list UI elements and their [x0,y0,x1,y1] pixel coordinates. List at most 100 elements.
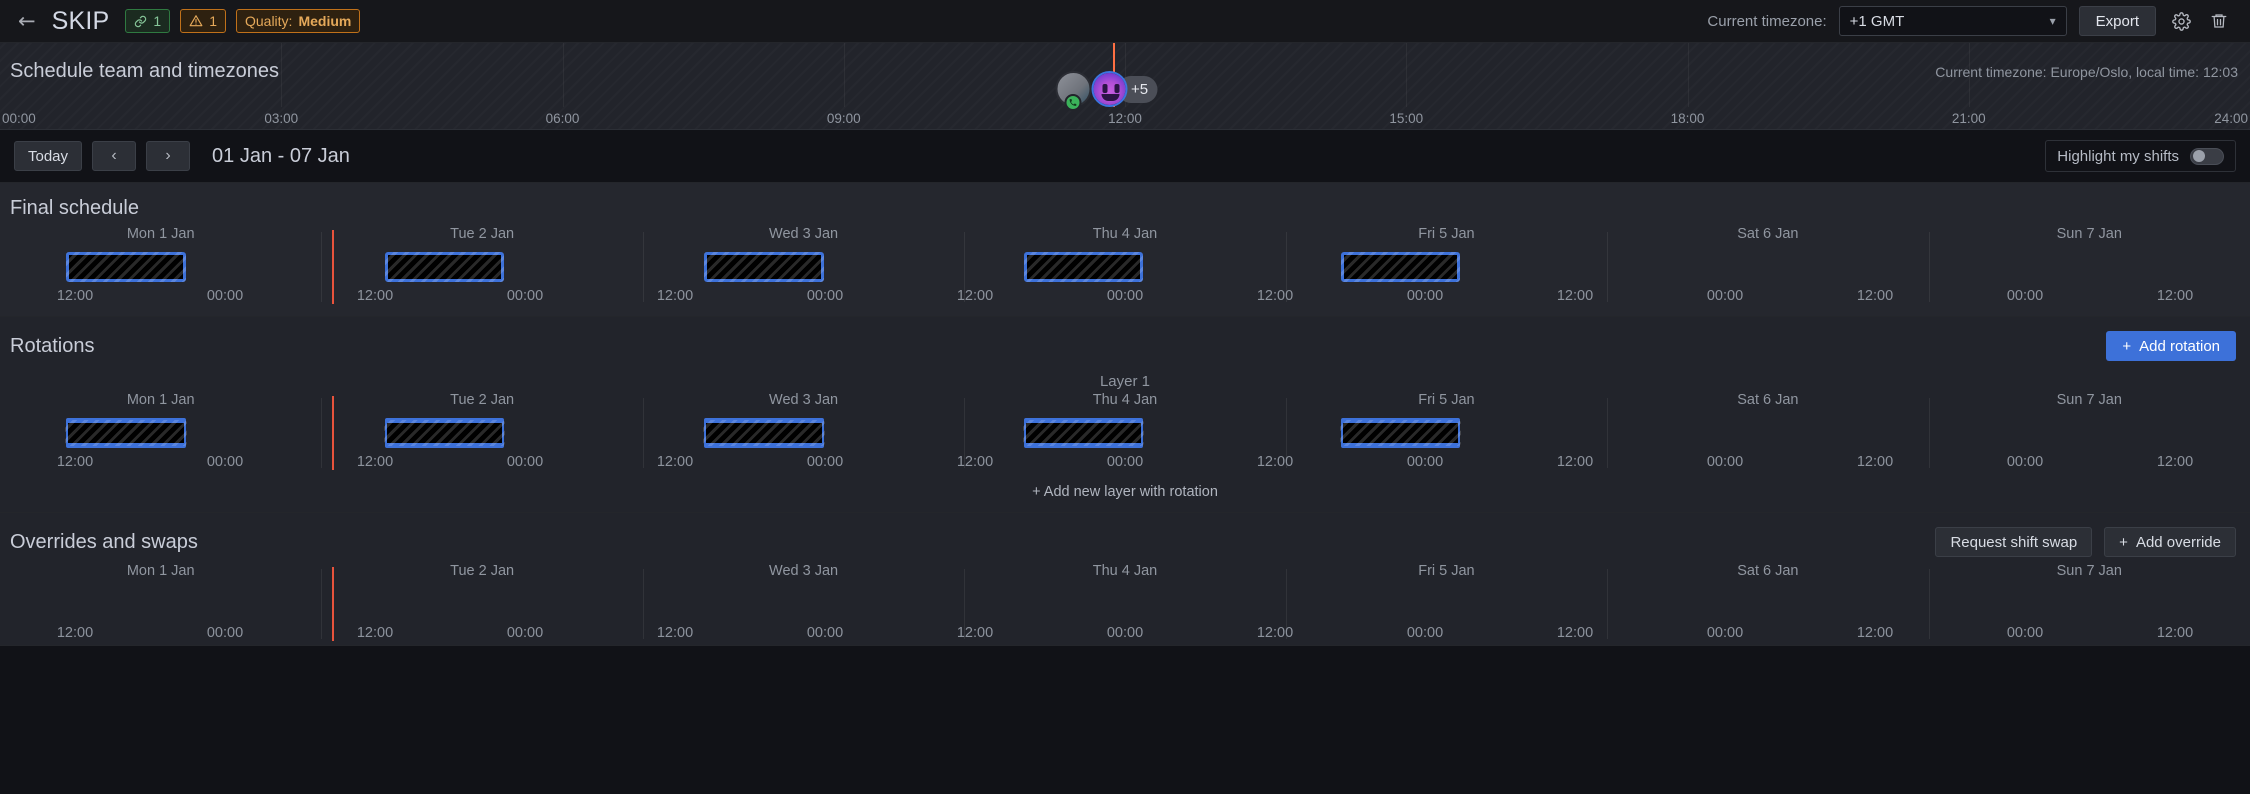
timezone-gridline [843,43,845,107]
timeline-day-label: Tue 2 Jan [450,563,515,579]
timezone-axis-tick: 24:00 [2214,111,2248,126]
timeline-day-label: Wed 3 Jan [769,392,839,408]
timeline-hour-label: 12:00 [1556,454,1594,470]
shift-bar-stripes [65,420,187,446]
add-rotation-button[interactable]: + Add rotation [2106,331,2236,361]
timeline-hour-label: 00:00 [1406,454,1444,470]
today-button[interactable]: Today [14,141,83,171]
status-badge-warnings[interactable]: 1 [180,9,226,33]
timezone-axis-tick: 00:00 [2,111,36,126]
timeline-hour-label: 00:00 [1706,288,1744,304]
shift-bar[interactable] [1023,252,1143,282]
team-avatar-cluster[interactable]: +5 [1055,69,1158,111]
overrides-header: Overrides and swaps Request shift swap +… [0,513,2250,563]
rotations-hour-labels: 12:00 00:00 12:00 00:00 12:00 00:00 12:00 00:00… [0,454,2250,474]
timezone-select[interactable]: +1 GMT ▾ [1838,6,2067,36]
page-title: SKIP [51,6,110,35]
shift-bar-stripes [1022,420,1144,446]
timeline-hour-label: 00:00 [1406,288,1444,304]
shift-bar-stripes [703,420,825,446]
timeline-day-label: Sat 6 Jan [1737,563,1799,579]
avatar-mouth [1101,94,1120,101]
final-schedule-section: Final schedule Mon 1 Jan Tue 2 Jan Wed 3 J… [0,183,2250,317]
timezone-axis-tick: 03:00 [264,111,299,126]
shift-bar[interactable] [704,252,824,282]
rotations-actions: + Add rotation [2106,331,2236,361]
shift-bar-stripes [704,252,824,282]
current-time-indicator [332,396,334,470]
page-bottom-filler [0,646,2250,794]
final-schedule-header: Final schedule [0,183,2250,226]
timeline-hour-label: 00:00 [206,454,244,470]
timeline-hour-label: 12:00 [656,288,694,304]
shift-bar[interactable] [383,418,505,448]
final-schedule-hour-labels: 12:00 00:00 12:00 00:00 12:00 00:00 12:00 00:00… [0,288,2250,308]
timezone-strip-title: Schedule team and timezones [10,60,280,82]
timeline-day-label: Thu 4 Jan [1092,563,1158,579]
shift-bar[interactable] [65,418,187,448]
timeline-hour-label: 00:00 [806,625,844,641]
shift-bar[interactable] [384,252,504,282]
gear-icon[interactable] [2168,8,2194,34]
rotations-shift-row [0,396,2250,470]
plus-icon: + [2122,337,2132,355]
highlight-my-shifts-switch[interactable] [2190,147,2224,165]
trash-icon[interactable] [2206,8,2232,34]
timeline-day-label: Mon 1 Jan [126,563,195,579]
timeline-hour-label: 00:00 [2006,625,2044,641]
warning-triangle-icon [189,14,203,28]
shift-bar[interactable] [1340,418,1462,448]
previous-week-button[interactable]: ‹ [92,141,137,171]
final-schedule-shift-row [0,230,2250,304]
timezone-strip-note: Current timezone: Europe/Oslo, local tim… [1935,64,2238,80]
request-shift-swap-button[interactable]: Request shift swap [1935,527,2093,557]
timeline-hour-label: 12:00 [656,625,694,641]
overrides-title: Overrides and swaps [10,530,198,553]
timeline-day-label: Sat 6 Jan [1737,226,1799,242]
shift-bar[interactable] [1022,418,1144,448]
timeline-hour-label: 12:00 [956,288,994,304]
shift-bar[interactable] [66,252,186,282]
shift-bar-stripes [383,420,505,446]
timeline-hour-label: 12:00 [956,454,994,470]
quality-value: Medium [298,13,352,29]
schedule-navigation-bar: Today ‹ › 01 Jan - 07 Jan Highlight my s… [0,130,2250,183]
shift-bar[interactable] [1341,252,1461,282]
add-new-layer-link[interactable]: + Add new layer with rotation [0,474,2250,512]
timeline-hour-label: 12:00 [1856,454,1894,470]
timeline-hour-label: 12:00 [56,625,94,641]
timeline-hour-label: 00:00 [1706,625,1744,641]
timeline-hour-label: 12:00 [56,288,94,304]
timeline-hour-label: 12:00 [356,288,394,304]
back-arrow-icon[interactable]: ← [18,10,36,32]
timeline-day-label: Thu 4 Jan [1092,226,1158,242]
highlight-my-shifts-toggle[interactable]: Highlight my shifts [2045,140,2236,172]
timeline-day-label: Fri 5 Jan [1418,392,1475,408]
date-range-label: 01 Jan - 07 Jan [212,144,350,167]
timeline-day-label: Wed 3 Jan [769,563,839,579]
timeline-hour-label: 12:00 [2156,288,2194,304]
quality-label: Quality: [244,13,293,29]
status-badge-links[interactable]: 1 [125,9,171,33]
timeline-day-label: Wed 3 Jan [769,226,839,242]
timeline-day-label: Mon 1 Jan [126,226,195,242]
shift-bar[interactable] [703,418,825,448]
timeline-day-label: Tue 2 Jan [450,226,515,242]
timeline-hour-label: 12:00 [1256,625,1294,641]
export-button[interactable]: Export [2078,6,2156,36]
timeline-hour-label: 00:00 [1406,625,1444,641]
timeline-day-label: Tue 2 Jan [450,392,515,408]
timezone-axis-tick: 09:00 [826,111,861,126]
timeline-hour-label: 12:00 [956,625,994,641]
timeline-day-label: Thu 4 Jan [1092,392,1158,408]
shift-bar-stripes [1340,420,1462,446]
top-bar: ← SKIP 1 1 Quality: Medium Current timez… [0,0,2250,43]
rotations-title: Rotations [10,334,95,357]
avatar-face [1093,73,1126,105]
add-override-button[interactable]: + Add override [2104,527,2236,557]
timeline-hour-label: 00:00 [2006,288,2044,304]
highlight-my-shifts-label: Highlight my shifts [2057,147,2179,165]
status-badge-quality[interactable]: Quality: Medium [235,9,361,33]
next-week-button[interactable]: › [146,141,191,171]
current-time-indicator [332,567,334,641]
